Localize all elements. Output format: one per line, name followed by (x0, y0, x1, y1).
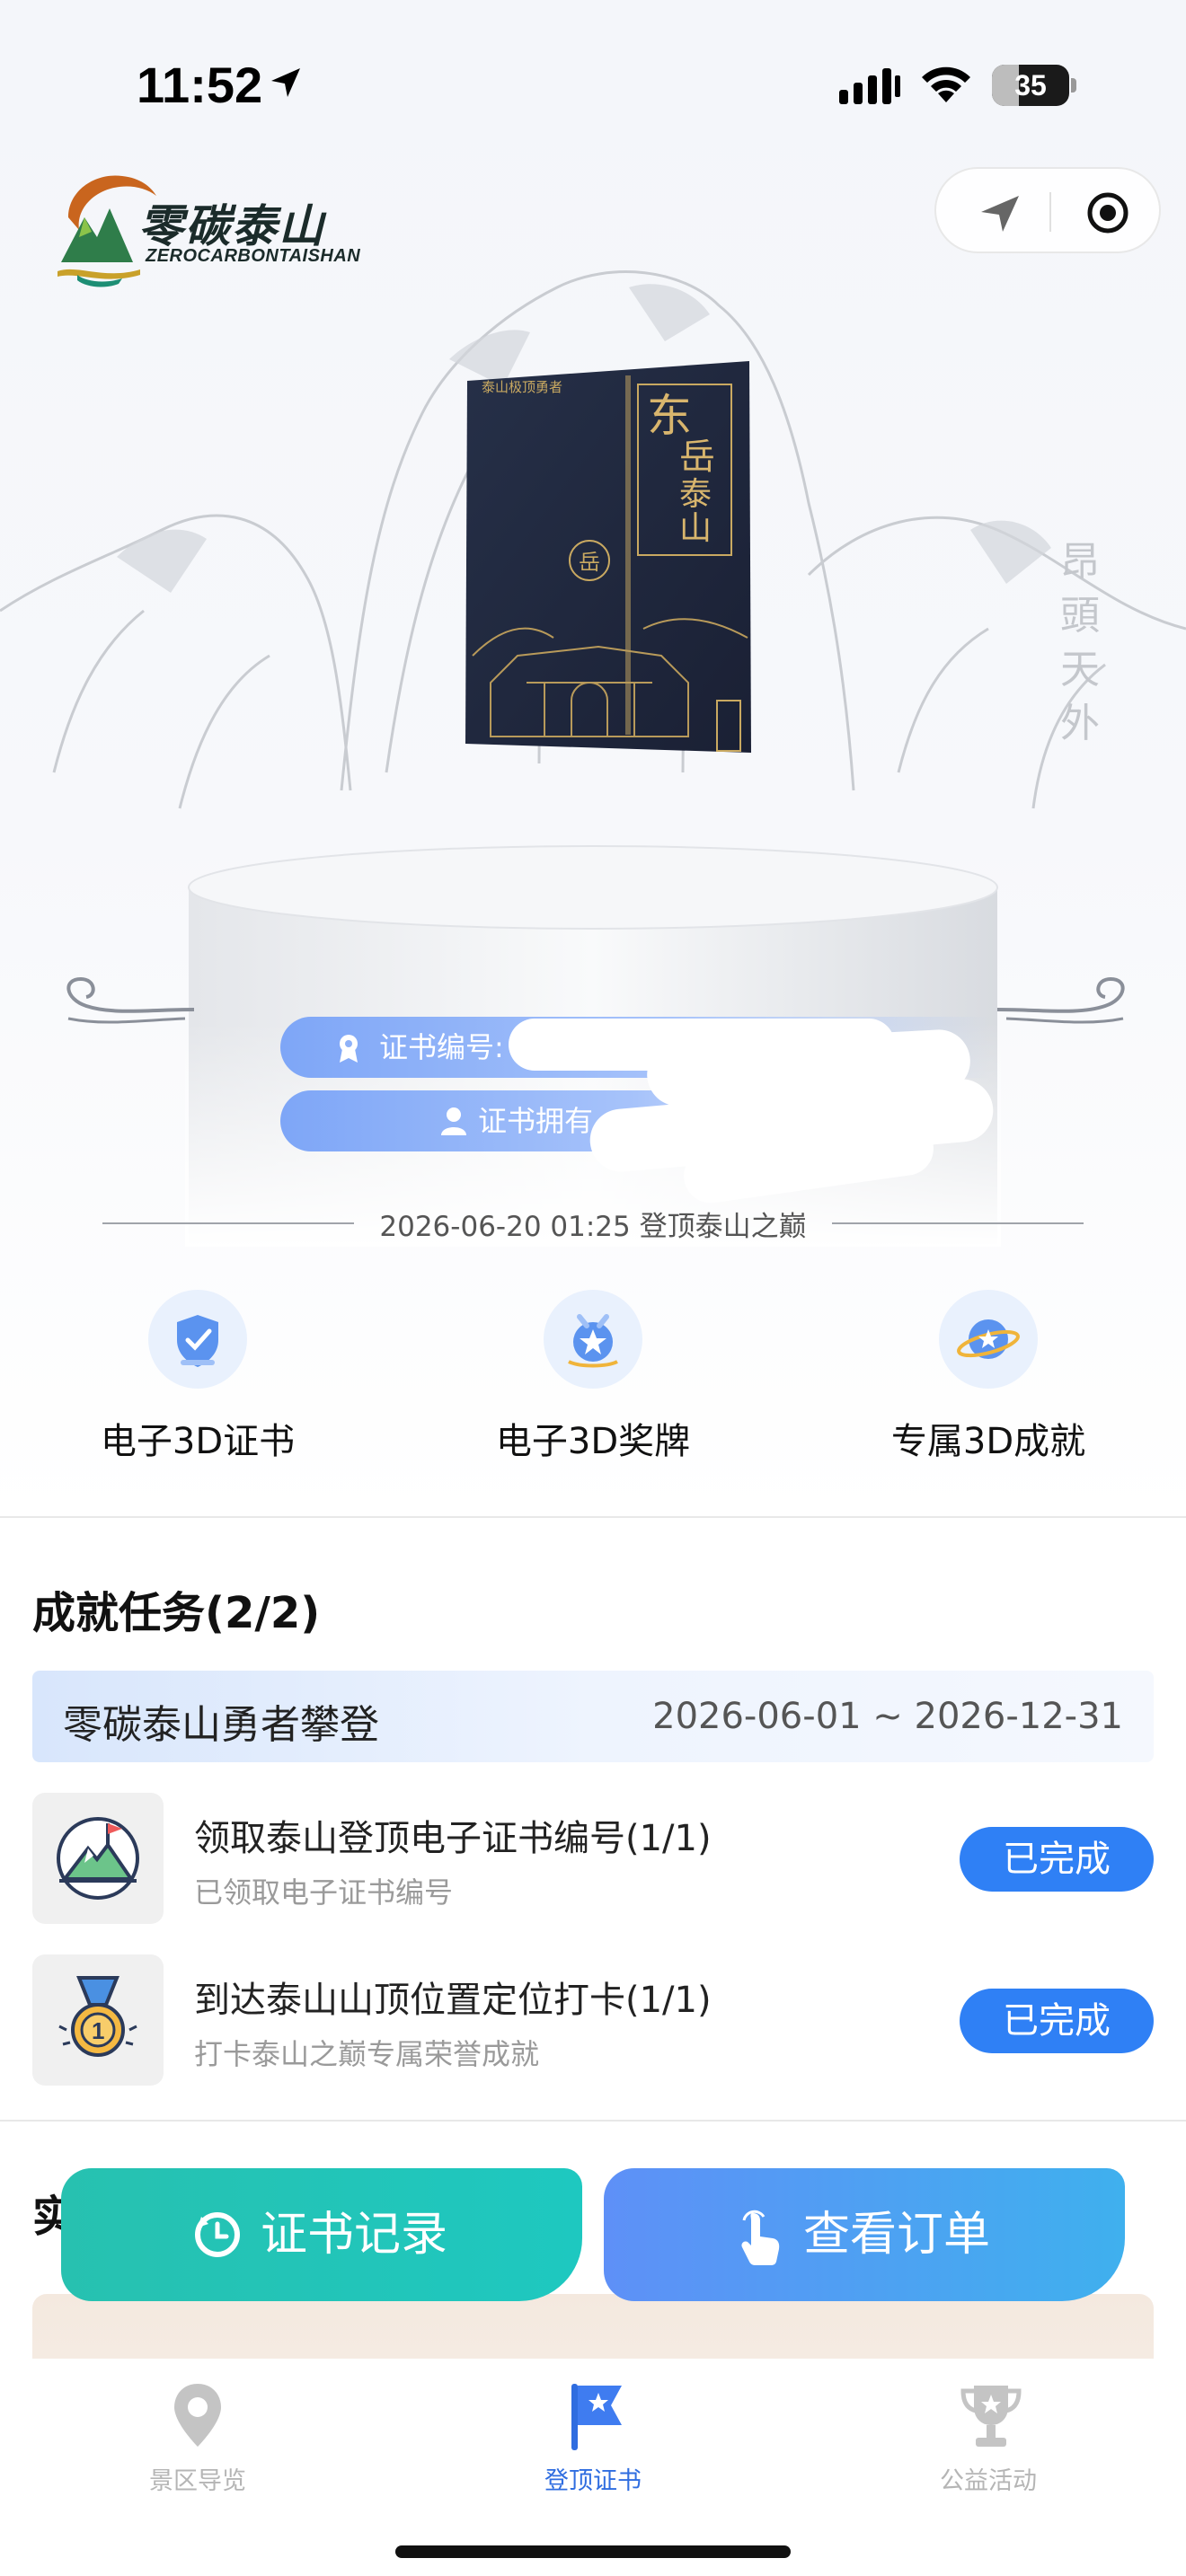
wifi-icon (922, 66, 970, 102)
task-group-header: 零碳泰山勇者攀登 2026-06-01 ~ 2026-12-31 (32, 1671, 1154, 1762)
miniprogram-capsule (934, 167, 1161, 253)
clock-history-icon (195, 2212, 240, 2257)
task-subtitle: 打卡泰山之巅专属荣誉成就 (194, 2037, 540, 2071)
trophy-icon (960, 2386, 1022, 2447)
task-subtitle: 已领取电子证书编号 (194, 1875, 454, 1910)
decorative-swirl-left (66, 976, 194, 1024)
view-orders-label: 查看订单 (803, 2208, 991, 2262)
achievement-planet-icon (957, 1319, 1020, 1359)
task-title: 领取泰山登顶电子证书编号(1/1) (194, 1818, 712, 1859)
task-item[interactable]: 领取泰山登顶电子证书编号(1/1) 已领取电子证书编号 已完成 (32, 1793, 1154, 1926)
location-arrow-icon (271, 68, 300, 97)
logo-subtitle: ZEROCARBONTAISHAN (146, 246, 361, 266)
task-completed-badge[interactable]: 已完成 (960, 1827, 1154, 1892)
svg-text:泰山极顶勇者: 泰山极顶勇者 (482, 379, 562, 395)
tab-label: 公益活动 (940, 2467, 1037, 2495)
navigation-arrow-icon[interactable] (978, 192, 1022, 234)
status-bar: 11:52 35 (0, 0, 1186, 171)
medal-star-icon (568, 1314, 618, 1368)
award-ribbon-icon (340, 1035, 358, 1063)
feature-3d-medal[interactable]: 电子3D奖牌 (458, 1290, 728, 1469)
certificate-number-label: 证书编号: (379, 1030, 504, 1064)
svg-text:东: 东 (647, 390, 692, 442)
tab-label: 登顶证书 (544, 2467, 642, 2495)
flag-star-icon (571, 2384, 622, 2450)
svg-text:昂: 昂 (1060, 539, 1100, 585)
feature-label: 专属3D成就 (890, 1421, 1086, 1462)
map-pin-icon (174, 2384, 221, 2447)
bottom-tab-bar: 景区导览 登顶证书 公益活动 (0, 2359, 1186, 2576)
app-logo: 零碳泰山 ZEROCARBONTAISHAN (50, 163, 374, 289)
summit-date-row: 2026-06-20 01:25 登顶泰山之巅 (102, 1200, 1084, 1245)
svg-text:頭: 頭 (1060, 593, 1100, 639)
mountain-flag-icon (57, 1817, 139, 1900)
feature-label: 电子3D证书 (100, 1421, 296, 1462)
status-time: 11:52 (137, 57, 263, 113)
tab-summit-certificate[interactable]: 登顶证书 (458, 2373, 728, 2499)
certificate-3d-model[interactable]: 泰山极顶勇者 东 岳 泰 山 岳 (464, 359, 753, 754)
tab-charity-activity[interactable]: 公益活动 (854, 2373, 1123, 2499)
task-title: 到达泰山山顶位置定位打卡(1/1) (194, 1980, 712, 2021)
section-divider (0, 1516, 1186, 1518)
certificate-owner-label: 证书拥有 (478, 1104, 594, 1138)
task-item[interactable]: 1 到达泰山山顶位置定位打卡(1/1) 打卡泰山之巅专属荣誉成就 已完成 (32, 1954, 1154, 2087)
section-divider (0, 2120, 1186, 2122)
decorative-swirl-right (997, 976, 1125, 1024)
battery-indicator: 35 (992, 65, 1076, 106)
task-completed-badge[interactable]: 已完成 (960, 1989, 1154, 2053)
cellular-signal-icon (839, 68, 900, 104)
svg-text:1: 1 (92, 2017, 104, 2044)
svg-text:泰: 泰 (679, 476, 712, 513)
tab-scenic-guide[interactable]: 景区导览 (63, 2373, 332, 2499)
battery-percent: 35 (1014, 69, 1047, 101)
svg-text:山: 山 (679, 510, 712, 547)
feature-3d-achievement[interactable]: 专属3D成就 (854, 1290, 1123, 1469)
task-group-dates: 2026-06-01 ~ 2026-12-31 (652, 1696, 1123, 1737)
gold-medal-icon: 1 (58, 1976, 137, 2057)
home-indicator (395, 2545, 791, 2558)
task-group-name: 零碳泰山勇者攀登 (63, 1702, 379, 1748)
certificate-shield-icon (177, 1315, 218, 1367)
user-icon (441, 1107, 466, 1135)
summit-date: 2026-06-20 01:25 登顶泰山之巅 (379, 1211, 807, 1243)
tab-label: 景区导览 (149, 2467, 246, 2495)
close-target-icon[interactable] (1085, 190, 1130, 235)
feature-3d-certificate[interactable]: 电子3D证书 (63, 1290, 332, 1469)
certificate-records-label: 证书记录 (261, 2208, 448, 2262)
svg-text:天: 天 (1060, 647, 1100, 693)
achievement-tasks-title: 成就任务(2/2) (32, 1588, 321, 1638)
certificate-records-button[interactable]: 证书记录 (61, 2168, 582, 2301)
tap-hand-icon (741, 2210, 780, 2265)
svg-text:岳: 岳 (579, 550, 600, 575)
svg-text:岳: 岳 (679, 437, 715, 478)
view-orders-button[interactable]: 查看订单 (604, 2168, 1125, 2301)
feature-label: 电子3D奖牌 (495, 1421, 691, 1462)
svg-text:外: 外 (1060, 701, 1100, 746)
